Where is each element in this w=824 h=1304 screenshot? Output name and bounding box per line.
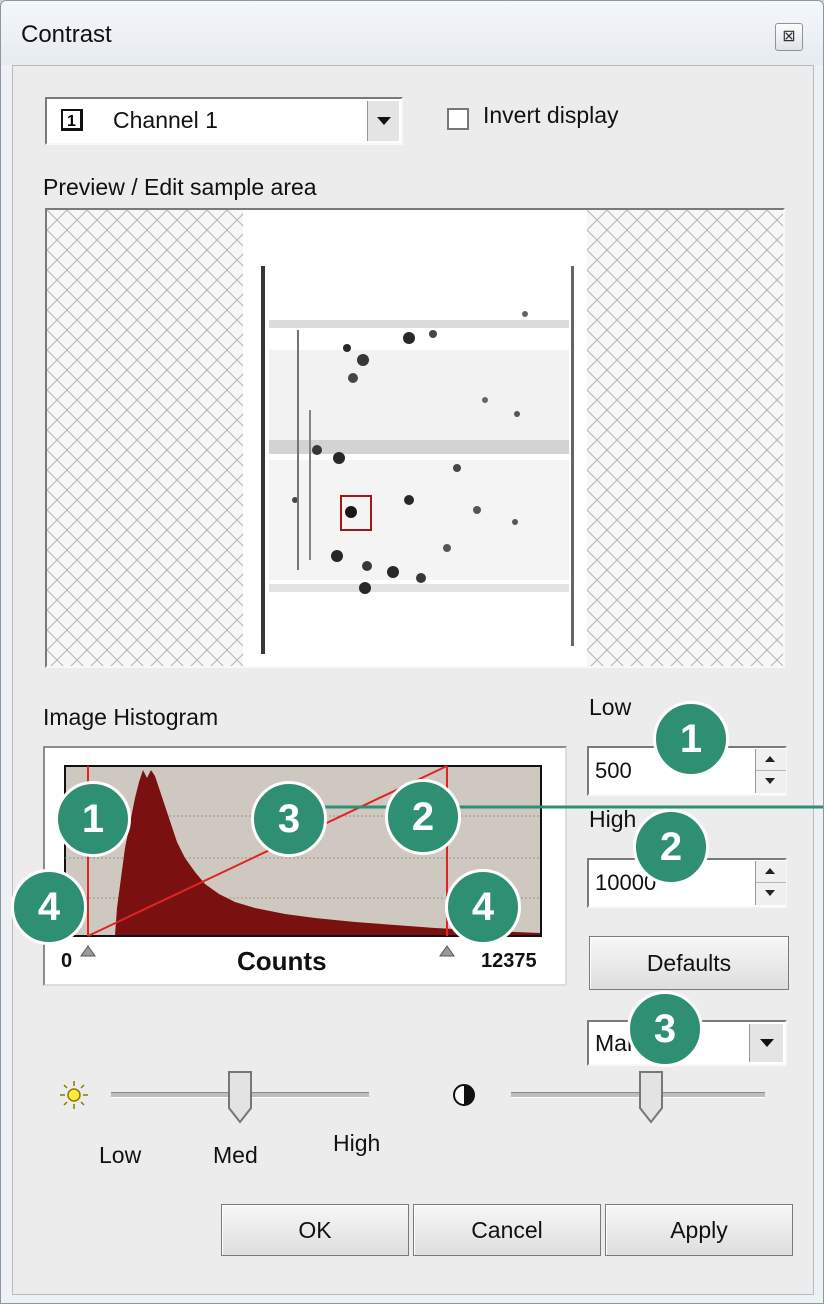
contrast-slider-thumb[interactable]	[638, 1070, 664, 1124]
contrast-dialog: Contrast ⊠ 1 Channel 1 Invert display Pr…	[0, 0, 824, 1304]
hatch-right	[587, 210, 783, 666]
low-spinner[interactable]	[755, 749, 786, 793]
brightness-med-label: Med	[213, 1142, 258, 1168]
sun-icon	[59, 1080, 89, 1110]
histogram-axis-max: 12375	[481, 950, 537, 972]
low-handle	[80, 945, 96, 957]
spin-up-icon[interactable]	[756, 861, 786, 883]
defaults-label: Defaults	[646, 950, 732, 976]
ok-label: OK	[298, 1217, 332, 1243]
window-title: Contrast	[21, 21, 112, 48]
spin-up-icon[interactable]	[756, 749, 786, 771]
close-button[interactable]: ⊠	[775, 23, 803, 51]
annotation-badge-1: 1	[653, 701, 729, 777]
dialog-body: 1 Channel 1 Invert display Preview / Edi…	[12, 65, 814, 1295]
preview-label: Preview / Edit sample area	[43, 174, 317, 200]
hatch-left	[47, 210, 243, 666]
annotation-badge-2: 2	[633, 809, 709, 885]
low-label: Low	[589, 694, 632, 720]
spin-down-icon[interactable]	[756, 883, 786, 904]
histogram-axis-title: Counts	[237, 946, 327, 976]
defaults-button[interactable]: Defaults	[589, 936, 789, 990]
close-icon: ⊠	[782, 28, 796, 45]
apply-button[interactable]: Apply	[605, 1204, 793, 1256]
cancel-button[interactable]: Cancel	[413, 1204, 601, 1256]
histogram-label: Image Histogram	[43, 704, 219, 730]
chevron-down-icon[interactable]	[367, 101, 399, 141]
annotation-badge-2: 2	[385, 779, 461, 855]
annotation-badge-1: 1	[55, 781, 131, 857]
spin-down-icon[interactable]	[756, 771, 786, 792]
brightness-high-label: High	[333, 1130, 381, 1156]
low-value: 500	[595, 758, 632, 783]
brightness-low-label: Low	[99, 1142, 142, 1168]
title-bar: Contrast ⊠	[1, 1, 823, 65]
channel-selected: Channel 1	[113, 107, 218, 133]
apply-label: Apply	[670, 1217, 728, 1243]
invert-display-label[interactable]: Invert display	[483, 102, 619, 129]
annotation-badge-3: 3	[251, 781, 327, 857]
high-label: High	[589, 806, 637, 832]
channel-number-icon: 1	[61, 109, 83, 131]
histogram-axis-min: 0	[61, 950, 73, 972]
chevron-down-icon[interactable]	[749, 1024, 783, 1062]
annotation-badge-3: 3	[627, 991, 703, 1067]
high-handle	[439, 945, 455, 957]
invert-display-checkbox[interactable]	[447, 108, 469, 130]
preview-area[interactable]	[45, 208, 785, 668]
high-spinner[interactable]	[755, 861, 786, 905]
annotation-badge-4: 4	[11, 869, 87, 945]
preview-canvas	[47, 210, 783, 666]
ok-button[interactable]: OK	[221, 1204, 409, 1256]
brightness-slider-thumb[interactable]	[227, 1070, 253, 1124]
annotation-badge-4: 4	[445, 869, 521, 945]
half-circle-icon	[453, 1084, 475, 1106]
cancel-label: Cancel	[471, 1217, 543, 1243]
channel-dropdown[interactable]: 1 Channel 1	[45, 97, 403, 145]
histogram-panel: 0 Counts 12375	[43, 746, 567, 986]
